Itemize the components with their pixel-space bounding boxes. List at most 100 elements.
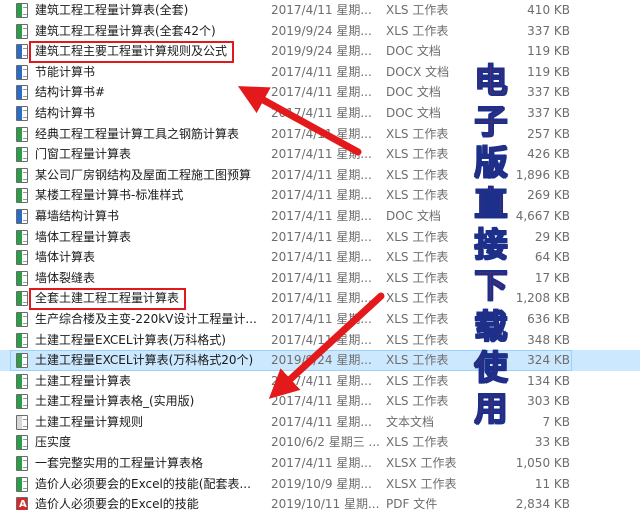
file-type: PDF 文件 (386, 497, 438, 510)
file-name: 结构计算书# (35, 85, 106, 100)
file-size: 11 KB (534, 476, 570, 491)
file-date-modified: 2010/6/2 星期三 ... (271, 435, 379, 450)
file-type: XLS 工作表 (386, 250, 449, 265)
file-name: 经典工程工程量计算工具之钢筋计算表 (35, 126, 240, 141)
xlsx-icon (16, 476, 28, 492)
file-row[interactable]: 结构计算书# 2017/4/11 星期... DOC 文档 337 KB (0, 82, 640, 103)
file-size: 337 KB (527, 23, 570, 38)
xls-icon (16, 394, 28, 410)
file-date-modified: 2017/4/11 星期... (271, 126, 372, 141)
file-size: 1,896 KB (515, 167, 570, 182)
file-size: 337 KB (527, 85, 570, 100)
file-type: 文本文档 (386, 414, 435, 429)
doc-icon (16, 208, 28, 224)
doc-icon (16, 85, 28, 101)
file-row[interactable]: 土建工程量计算表 2017/4/11 星期... XLS 工作表 134 KB (0, 371, 640, 392)
file-date-modified: 2017/4/11 星期... (271, 105, 372, 120)
file-name: 造价人必须要会的Excel的技能 (35, 497, 199, 510)
file-name: 节能计算书 (35, 64, 96, 79)
file-name: 墙体裂缝表 (35, 270, 96, 285)
xls-icon (16, 3, 28, 18)
file-row[interactable]: 结构计算书 2017/4/11 星期... DOC 文档 337 KB (0, 103, 640, 124)
file-row[interactable]: 生产综合楼及主变-220kV设计工程量计... 2017/4/11 星期... XL… (0, 309, 640, 330)
file-date-modified: 2017/4/11 星期... (271, 373, 372, 388)
file-name: 土建工程量EXCEL计算表(万科格式) (35, 332, 226, 347)
file-date-modified: 2017/4/11 星期... (271, 85, 372, 100)
file-type: XLS 工作表 (386, 353, 449, 368)
file-name: 造价人必须要会的Excel的技能(配套表... (35, 476, 251, 491)
xls-icon (16, 332, 28, 348)
file-type: DOCX 文档 (386, 64, 450, 79)
doc-icon (16, 105, 28, 121)
file-type: XLS 工作表 (386, 188, 449, 203)
file-row[interactable]: 建筑工程工程量计算表(全套42个) 2019/9/24 星期... XLS 工作表 3… (0, 21, 640, 42)
file-size: 64 KB (534, 250, 570, 265)
file-row[interactable]: 土建工程量计算表格_(实用版) 2017/4/11 星期... XLS 工作表 303… (0, 391, 640, 412)
file-row[interactable]: 门窗工程量计算表 2017/4/11 星期... XLS 工作表 426 KB (0, 144, 640, 165)
file-row[interactable]: 土建工程量计算规则 2017/4/11 星期... 文本文档 7 KB (0, 412, 640, 433)
file-row[interactable]: 造价人必须要会的Excel的技能 2019/10/11 星期... PDF 文件 2,… (0, 494, 640, 510)
file-name: 建筑工程主要工程量计算规则及公式 (35, 44, 228, 59)
file-type: XLS 工作表 (386, 270, 449, 285)
file-row[interactable]: 建筑工程主要工程量计算规则及公式 2019/9/24 星期... DOC 文档 119… (0, 41, 640, 62)
file-row[interactable]: 经典工程工程量计算工具之钢筋计算表 2017/4/11 星期... XLS 工作表 2… (0, 124, 640, 145)
file-row[interactable]: 土建工程量EXCEL计算表(万科格式20个) 2019/9/24 星期... XLS… (0, 350, 640, 371)
file-row[interactable]: 某楼工程量计算书-标准样式 2017/4/11 星期... XLS 工作表 269 K… (0, 185, 640, 206)
xls-icon (16, 311, 28, 327)
file-row[interactable]: 造价人必须要会的Excel的技能(配套表... 2019/10/9 星期... XL… (0, 474, 640, 495)
file-list: 建筑工程工程量计算表(全套) 2017/4/11 星期... XLS 工作表 410 … (0, 0, 640, 510)
file-name: 建筑工程工程量计算表(全套) (35, 3, 189, 17)
xls-icon (16, 167, 28, 183)
file-row[interactable]: 压实度 2010/6/2 星期三 ... XLS 工作表 33 KB (0, 432, 640, 453)
file-size: 426 KB (527, 147, 570, 162)
file-date-modified: 2017/4/11 星期... (271, 167, 372, 182)
file-row[interactable]: 土建工程量EXCEL计算表(万科格式) 2017/4/11 星期... XLS 工作… (0, 330, 640, 351)
file-type: XLS 工作表 (386, 435, 449, 450)
file-type: DOC 文档 (386, 105, 441, 120)
file-row[interactable]: 节能计算书 2017/4/11 星期... DOCX 文档 119 KB (0, 62, 640, 83)
file-type: XLS 工作表 (386, 373, 449, 388)
doc-icon (16, 44, 28, 60)
file-date-modified: 2017/4/11 星期... (271, 394, 372, 409)
docx-icon (16, 64, 28, 80)
file-size: 33 KB (534, 435, 570, 450)
file-size: 119 KB (527, 64, 570, 79)
file-name: 全套土建工程工程量计算表 (35, 291, 180, 306)
file-size: 134 KB (527, 373, 570, 388)
file-date-modified: 2019/9/24 星期... (271, 44, 372, 59)
file-size: 324 KB (527, 353, 570, 368)
file-row[interactable]: 墙体工程量计算表 2017/4/11 星期... XLS 工作表 29 KB (0, 227, 640, 248)
file-row[interactable]: 一套完整实用的工程量计算表格 2017/4/11 星期... XLSX 工作表 1,0… (0, 453, 640, 474)
file-date-modified: 2019/10/9 星期... (271, 476, 372, 491)
file-name: 土建工程量计算规则 (35, 414, 144, 429)
file-row[interactable]: 墙体裂缝表 2017/4/11 星期... XLS 工作表 17 KB (0, 268, 640, 289)
xls-icon (16, 250, 28, 266)
xls-icon (16, 270, 28, 286)
file-size: 29 KB (534, 229, 570, 244)
file-size: 410 KB (527, 3, 570, 17)
file-type: DOC 文档 (386, 44, 441, 59)
file-name: 墙体工程量计算表 (35, 229, 132, 244)
xls-icon (16, 373, 28, 389)
file-type: XLSX 工作表 (386, 456, 457, 471)
file-type: XLS 工作表 (386, 126, 449, 141)
file-type: XLS 工作表 (386, 147, 449, 162)
file-row[interactable]: 建筑工程工程量计算表(全套) 2017/4/11 星期... XLS 工作表 410 … (0, 0, 640, 21)
file-size: 337 KB (527, 105, 570, 120)
file-row[interactable]: 全套土建工程工程量计算表 2017/4/11 星期... XLS 工作表 1,208 … (0, 288, 640, 309)
file-name: 生产综合楼及主变-220kV设计工程量计... (35, 311, 257, 326)
file-size: 7 KB (542, 414, 570, 429)
file-name: 某楼工程量计算书-标准样式 (35, 188, 184, 203)
file-type: XLS 工作表 (386, 229, 449, 244)
file-name: 结构计算书 (35, 105, 96, 120)
file-date-modified: 2017/4/11 星期... (271, 270, 372, 285)
file-row[interactable]: 墙体计算表 2017/4/11 星期... XLS 工作表 64 KB (0, 247, 640, 268)
file-date-modified: 2017/4/11 星期... (271, 250, 372, 265)
file-type: XLS 工作表 (386, 23, 449, 38)
file-type: XLS 工作表 (386, 291, 449, 306)
file-date-modified: 2019/9/24 星期... (271, 23, 372, 38)
file-row[interactable]: 幕墙结构计算书 2017/4/11 星期... DOC 文档 4,667 KB (0, 206, 640, 227)
txt-icon (16, 414, 28, 430)
file-row[interactable]: 某公司厂房钢结构及屋面工程施工图预算 2017/4/11 星期... XLS 工作表… (0, 165, 640, 186)
file-date-modified: 2017/4/11 星期... (271, 64, 372, 79)
